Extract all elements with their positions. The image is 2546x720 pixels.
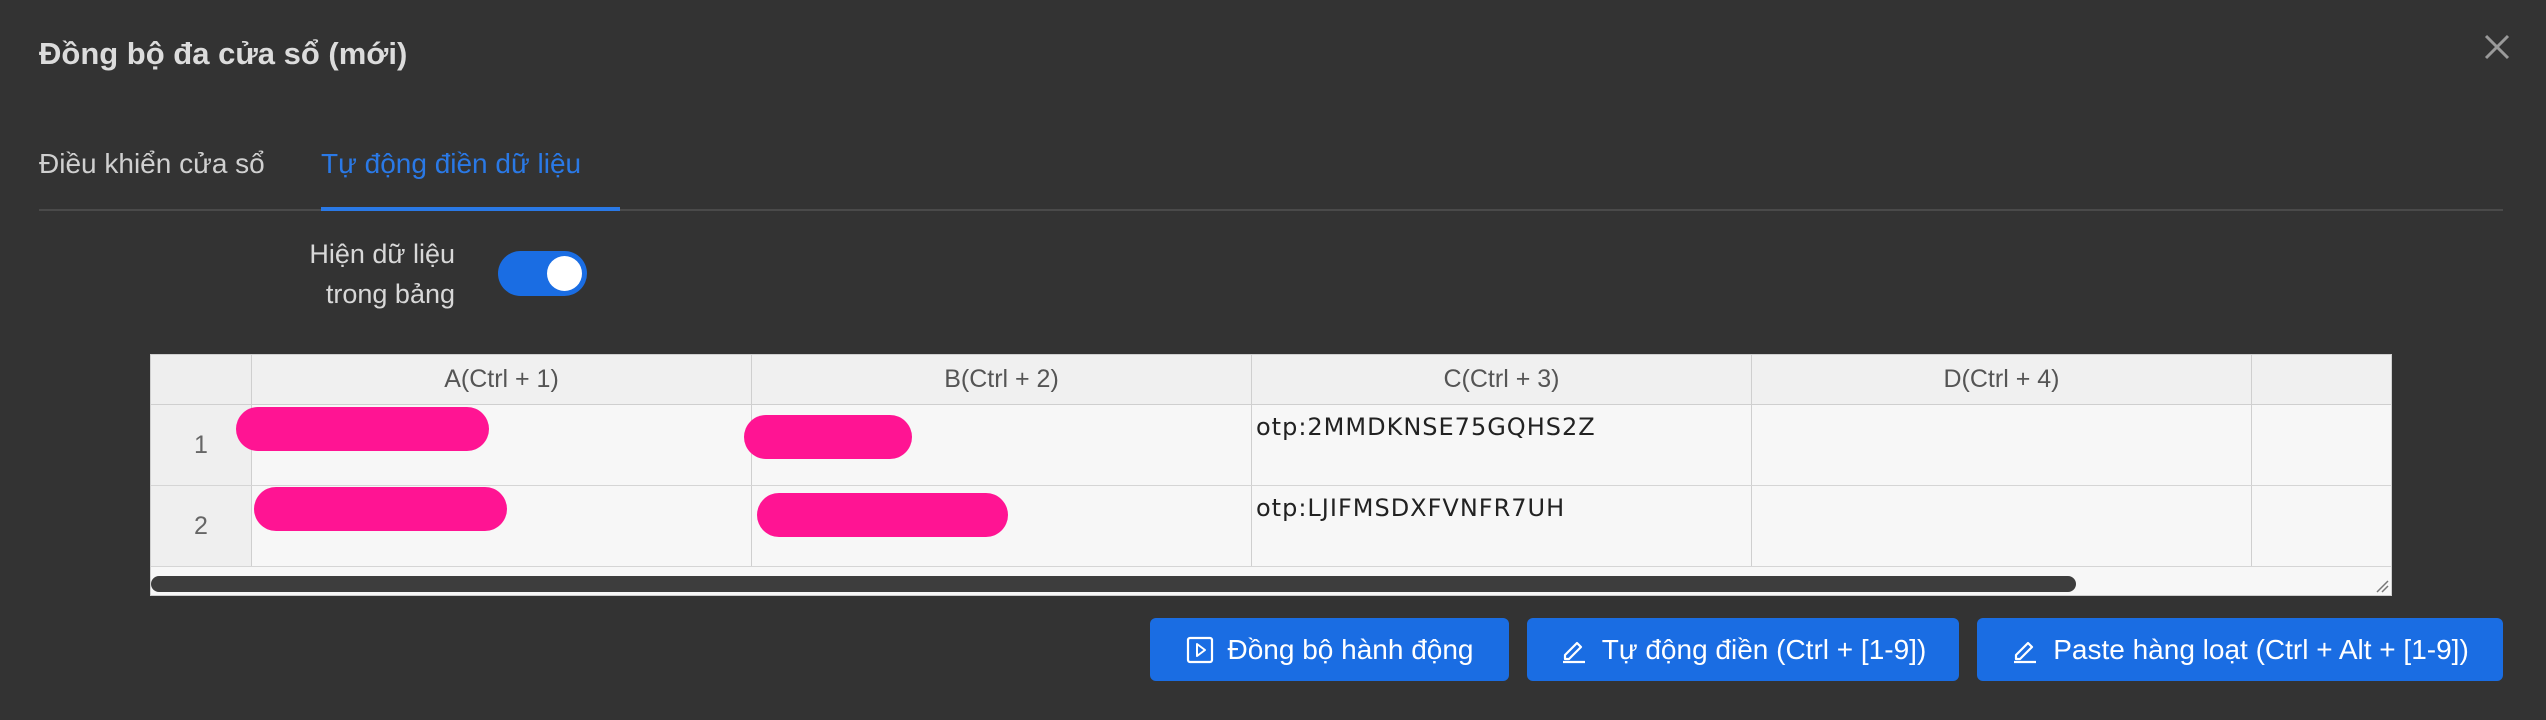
tab-bar: Điều khiển cửa sổ Tự động điền dữ liệu [39,130,2503,211]
toggle-label-line1: Hiện dữ liệu [309,239,455,269]
toggle-knob [547,256,582,291]
sync-actions-button[interactable]: Đồng bộ hành động [1150,618,1509,681]
dialog-title: Đồng bộ đa cửa sổ (mới) [39,36,408,71]
cell-d1[interactable] [1752,405,2252,485]
cell-d2[interactable] [1752,486,2252,566]
auto-fill-label: Tự động điền (Ctrl + [1-9]) [1601,633,1927,665]
table-row: 1 otp:2MMDKNSE75GQHS2Z [151,405,2391,486]
toggle-label-line2: trong bảng [325,279,455,309]
row-number[interactable]: 2 [151,486,252,566]
column-header-row: A(Ctrl + 1) B(Ctrl + 2) C(Ctrl + 3) D(Ct… [151,355,2391,405]
sync-actions-label: Đồng bộ hành động [1227,633,1474,665]
redaction-mark [254,487,507,531]
close-button[interactable] [2476,26,2518,68]
active-tab-indicator [321,207,620,211]
show-data-toggle-label: Hiện dữ liệu trong bảng [260,234,455,314]
bulk-paste-label: Paste hàng loạt (Ctrl + Alt + [1-9]) [2053,633,2469,665]
column-header-d[interactable]: D(Ctrl + 4) [1752,355,2252,404]
column-header-e[interactable] [2252,355,2391,404]
tab-window-control[interactable]: Điều khiển cửa sổ [39,148,265,180]
play-square-icon [1186,636,1213,663]
row-number[interactable]: 1 [151,405,252,485]
horizontal-scrollbar-thumb[interactable] [151,576,2076,592]
column-header-c[interactable]: C(Ctrl + 3) [1252,355,1752,404]
column-header-b[interactable]: B(Ctrl + 2) [752,355,1252,404]
redaction-mark [757,493,1008,537]
corner-cell [151,355,252,404]
auto-fill-button[interactable]: Tự động điền (Ctrl + [1-9]) [1527,618,1959,681]
cell-c1[interactable]: otp:2MMDKNSE75GQHS2Z [1252,405,1752,485]
horizontal-scrollbar[interactable] [151,573,2391,595]
close-icon[interactable] [2476,26,2518,68]
show-data-toggle[interactable] [498,251,587,296]
resize-grip-icon[interactable] [2375,579,2389,593]
redaction-mark [236,407,489,451]
pencil-icon [2014,641,2037,663]
bulk-paste-button[interactable]: Paste hàng loạt (Ctrl + Alt + [1-9]) [1977,618,2503,681]
tab-auto-fill-data[interactable]: Tự động điền dữ liệu [321,148,581,180]
cell-e1[interactable] [2252,405,2391,485]
data-sheet: A(Ctrl + 1) B(Ctrl + 2) C(Ctrl + 3) D(Ct… [150,354,2392,596]
cell-e2[interactable] [2252,486,2391,566]
column-header-a[interactable]: A(Ctrl + 1) [252,355,752,404]
pencil-icon [1562,641,1585,663]
redaction-mark [744,415,912,459]
cell-c2[interactable]: otp:LJIFMSDXFVNFR7UH [1252,486,1752,566]
